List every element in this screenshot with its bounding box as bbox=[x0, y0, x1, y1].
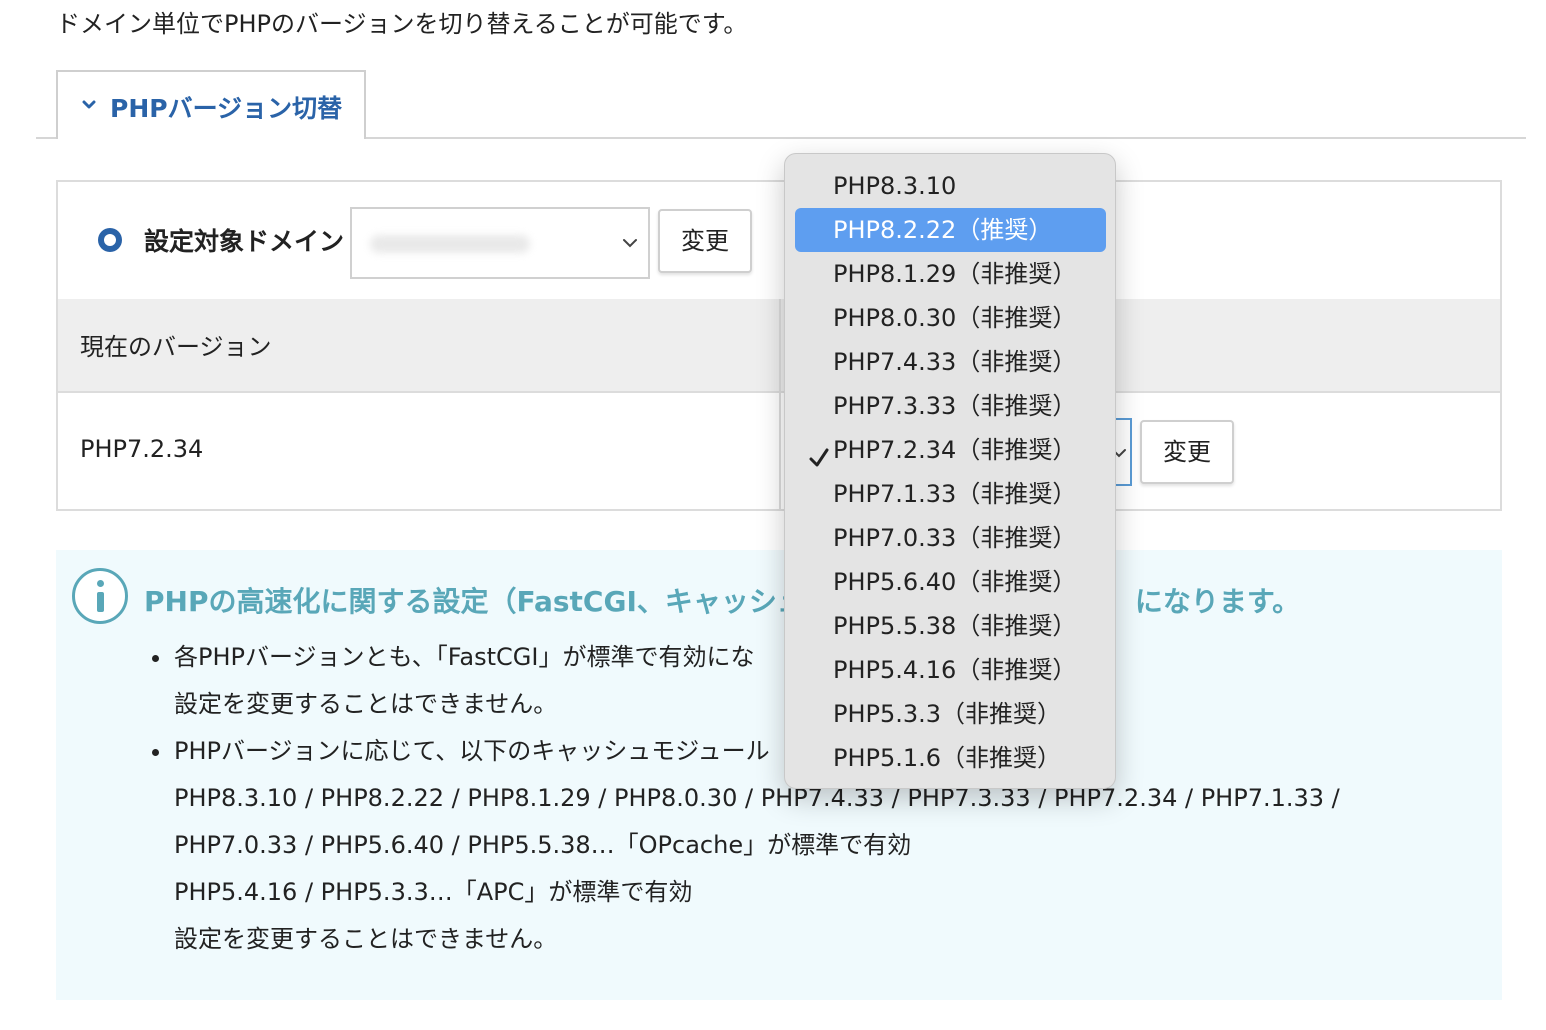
tab-php-version-switch[interactable]: PHPバージョン切替 bbox=[56, 70, 366, 139]
dropdown-option[interactable]: PHP7.0.33（非推奨） bbox=[795, 516, 1106, 560]
info-title: PHPの高速化に関する設定（FastCGI、キャッシュ になります。 bbox=[144, 580, 1300, 620]
dropdown-option[interactable]: PHP5.3.3（非推奨） bbox=[795, 692, 1106, 736]
option-label: PHP5.6.40（非推奨） bbox=[833, 568, 1077, 596]
radio-icon bbox=[98, 228, 122, 252]
domain-change-button[interactable]: 変更 bbox=[658, 209, 752, 273]
list-item-line: PHP8.3.10 / PHP8.2.22 / PHP8.1.29 / PHP8… bbox=[174, 784, 1340, 812]
list-item-line: 設定を変更することはできません。 bbox=[174, 925, 558, 953]
option-label: PHP7.4.33（非推奨） bbox=[833, 348, 1077, 376]
option-label: PHP8.0.30（非推奨） bbox=[833, 304, 1077, 332]
dropdown-option[interactable]: PHP8.3.10 bbox=[795, 164, 1106, 208]
domain-row: 設定対象ドメイン 変更 bbox=[58, 182, 1500, 301]
list-item-line: 各PHPバージョンとも、「FastCGI」が標準で有効にな bbox=[174, 643, 755, 671]
option-label: PHP8.3.10 bbox=[833, 172, 957, 200]
dropdown-option[interactable]: PHP5.4.16（非推奨） bbox=[795, 648, 1106, 692]
dropdown-option[interactable]: PHP8.1.29（非推奨） bbox=[795, 252, 1106, 296]
info-box: PHPの高速化に関する設定（FastCGI、キャッシュ になります。 各PHPバー… bbox=[56, 550, 1502, 1000]
chevron-down-icon bbox=[82, 100, 96, 109]
domain-select[interactable] bbox=[350, 207, 650, 279]
php-change-button[interactable]: 変更 bbox=[1140, 420, 1234, 484]
checkmark-icon bbox=[809, 439, 829, 467]
option-label: PHP5.3.3（非推奨） bbox=[833, 700, 1062, 728]
info-list: 各PHPバージョンとも、「FastCGI」が標準で有効にな 設定を変更することは… bbox=[146, 634, 1340, 963]
info-icon bbox=[72, 568, 128, 624]
dropdown-option[interactable]: PHP5.6.40（非推奨） bbox=[795, 560, 1106, 604]
blurred-domain-value bbox=[370, 235, 530, 253]
php-version-dropdown[interactable]: PHP8.3.10 PHP8.2.22（推奨） PHP8.1.29（非推奨） P… bbox=[784, 153, 1116, 789]
option-label: PHP7.1.33（非推奨） bbox=[833, 480, 1077, 508]
list-item: 各PHPバージョンとも、「FastCGI」が標準で有効にな 設定を変更することは… bbox=[146, 634, 1340, 728]
list-item-line: PHP7.0.33 / PHP5.6.40 / PHP5.5.38…「OPcac… bbox=[174, 831, 912, 859]
list-item-line: PHP5.4.16 / PHP5.3.3…「APC」が標準で有効 bbox=[174, 878, 693, 906]
option-label: PHP5.4.16（非推奨） bbox=[833, 656, 1077, 684]
dropdown-option[interactable]: PHP7.4.33（非推奨） bbox=[795, 340, 1106, 384]
dropdown-option[interactable]: PHP8.2.22（推奨） bbox=[795, 208, 1106, 252]
tab-label: PHPバージョン切替 bbox=[110, 94, 343, 123]
list-item-line: 設定を変更することはできません。 bbox=[174, 690, 558, 718]
dropdown-option[interactable]: PHP5.1.6（非推奨） bbox=[795, 736, 1106, 780]
dropdown-option[interactable]: PHP7.1.33（非推奨） bbox=[795, 472, 1106, 516]
dropdown-option[interactable]: PHP5.5.38（非推奨） bbox=[795, 604, 1106, 648]
php-setting-table: 設定対象ドメイン 変更 現在のバージョン PHP7.2.34 変更 bbox=[56, 180, 1502, 511]
info-title-tail: になります。 bbox=[1134, 585, 1301, 618]
domain-label: 設定対象ドメイン bbox=[144, 227, 345, 256]
chevron-down-icon bbox=[623, 239, 637, 248]
dropdown-option[interactable]: PHP8.0.30（非推奨） bbox=[795, 296, 1106, 340]
current-version-header: 現在のバージョン bbox=[80, 333, 272, 361]
current-version-value: PHP7.2.34 bbox=[80, 435, 204, 463]
option-label: PHP7.0.33（非推奨） bbox=[833, 524, 1077, 552]
list-item-line: PHPバージョンに応じて、以下のキャッシュモジュール bbox=[174, 737, 770, 765]
info-title-text: PHPの高速化に関する設定（FastCGI、キャッシュ bbox=[144, 585, 805, 618]
dropdown-option[interactable]: PHP7.3.33（非推奨） bbox=[795, 384, 1106, 428]
dropdown-option[interactable]: PHP7.2.34（非推奨） bbox=[795, 428, 1106, 472]
intro-text: ドメイン単位でPHPのバージョンを切り替えることが可能です。 bbox=[56, 10, 748, 38]
option-label: PHP5.5.38（非推奨） bbox=[833, 612, 1077, 640]
option-label: PHP8.2.22（推奨） bbox=[833, 216, 1053, 244]
option-label: PHP7.3.33（非推奨） bbox=[833, 392, 1077, 420]
option-label: PHP8.1.29（非推奨） bbox=[833, 260, 1077, 288]
list-item: PHPバージョンに応じて、以下のキャッシュモジュール PHP8.3.10 / P… bbox=[146, 728, 1340, 963]
option-label: PHP7.2.34（非推奨） bbox=[833, 436, 1077, 464]
table-value-row: PHP7.2.34 変更 bbox=[58, 393, 1500, 511]
option-label: PHP5.1.6（非推奨） bbox=[833, 744, 1062, 772]
